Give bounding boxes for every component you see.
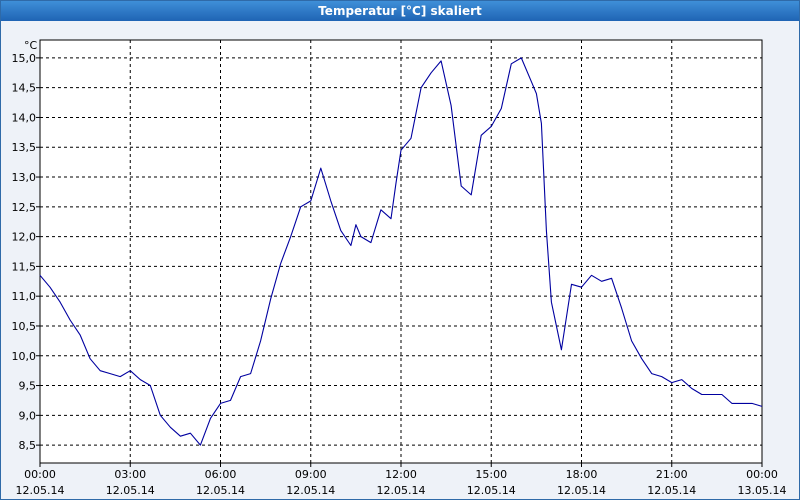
x-tick-date: 12.05.14 <box>16 484 65 497</box>
x-tick-time: 12:00 <box>385 468 417 481</box>
y-tick-label: 8,5 <box>19 439 37 452</box>
x-tick-date: 13.05.14 <box>738 484 787 497</box>
y-tick-label: 14,5 <box>12 82 37 95</box>
x-tick-date: 12.05.14 <box>557 484 606 497</box>
temperature-chart: 15,0 14,5 14,0 13,5 13,0 12,5 12,0 11,5 11,0 10,5… <box>12 39 787 497</box>
y-tick-label: 11,0 <box>12 290 37 303</box>
x-tick-time: 00:00 <box>24 468 56 481</box>
x-tick-date: 12.05.14 <box>196 484 245 497</box>
y-tick-label: 9,0 <box>19 409 37 422</box>
x-tick-time: 03:00 <box>114 468 146 481</box>
y-tick-label: 10,5 <box>12 320 37 333</box>
y-tick-label: 15,0 <box>12 52 37 65</box>
x-tick-time: 06:00 <box>205 468 237 481</box>
y-tick-label: 12,0 <box>12 231 37 244</box>
y-tick-label: 10,0 <box>12 350 37 363</box>
y-tick-label: 9,5 <box>19 380 37 393</box>
x-tick-date: 12.05.14 <box>467 484 516 497</box>
y-tick-label: 12,5 <box>12 201 37 214</box>
x-tick-date: 12.05.14 <box>106 484 155 497</box>
y-tick-label: 11,5 <box>12 260 37 273</box>
y-tick-label: 13,0 <box>12 171 37 184</box>
x-tick-time: 15:00 <box>475 468 507 481</box>
y-axis-label: °C <box>24 39 38 52</box>
x-tick-date: 12.05.14 <box>286 484 335 497</box>
y-tick-label: 13,5 <box>12 141 37 154</box>
x-tick-time: 18:00 <box>566 468 598 481</box>
x-tick-time: 00:00 <box>746 468 778 481</box>
x-tick-time: 21:00 <box>656 468 688 481</box>
x-tick-date: 12.05.14 <box>377 484 426 497</box>
window-title: Temperatur [°C] skaliert <box>1 1 799 21</box>
x-tick-time: 09:00 <box>295 468 327 481</box>
y-tick-label: 14,0 <box>12 111 37 124</box>
x-tick-date: 12.05.14 <box>647 484 696 497</box>
